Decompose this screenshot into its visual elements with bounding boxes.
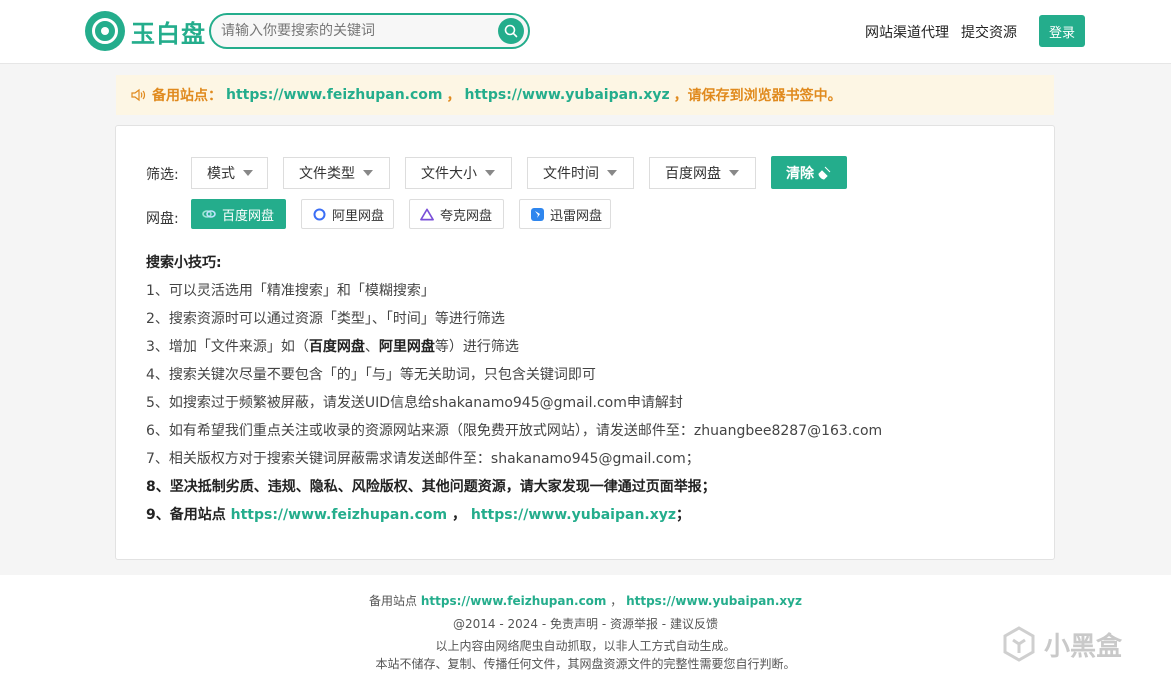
filter-filesize-dropdown[interactable]: 文件大小	[405, 157, 512, 189]
dropdown-label: 模式	[207, 166, 235, 182]
login-button[interactable]: 登录	[1039, 15, 1085, 47]
nav-channel-agent[interactable]: 网站渠道代理	[865, 22, 949, 42]
nav-submit-resource[interactable]: 提交资源	[961, 22, 1017, 42]
pan-quark-button[interactable]: 夸克网盘	[409, 199, 504, 229]
caret-down-icon	[363, 170, 373, 176]
tip-line-5: 5、如搜索过于频繁被屏蔽，请发送UID信息给shakanamo945@gmail…	[146, 395, 683, 411]
pan-label-text: 阿里网盘	[332, 208, 385, 224]
footer-sep: ，	[606, 594, 627, 608]
notice-prefix: 备用站点：	[152, 88, 222, 104]
filter-mode-dropdown[interactable]: 模式	[191, 157, 268, 189]
clear-button[interactable]: 清除	[771, 156, 847, 189]
dropdown-label: 百度网盘	[665, 166, 721, 182]
footer-disclaimer-2: 本站不储存、复制、传播任何文件，其网盘资源文件的完整性需要您自行判断。	[375, 657, 796, 671]
pan-label-text: 百度网盘	[222, 208, 275, 224]
search-bar	[209, 13, 530, 49]
dropdown-label: 文件大小	[421, 166, 477, 182]
broom-icon	[818, 166, 831, 180]
tip-line-8: 8、坚决抵制劣质、违规、隐私、风险版权、其他问题资源，请大家发现一律通过页面举报…	[146, 479, 716, 495]
tip3-baidu: 百度网盘	[308, 339, 365, 355]
tips-title: 搜索小技巧:	[146, 255, 222, 271]
pan-label-text: 夸克网盘	[440, 208, 493, 224]
logo-text: 玉白盘	[131, 19, 206, 48]
caret-down-icon	[243, 170, 253, 176]
pan-label: 网盘:	[146, 211, 179, 227]
search-button[interactable]	[498, 18, 524, 44]
top-nav: 网站渠道代理 提交资源	[865, 22, 1029, 42]
dropdown-label: 文件时间	[543, 166, 599, 182]
logo[interactable]: 玉白盘	[85, 11, 206, 51]
notice-link-yubaipan[interactable]: https://www.yubaipan.xyz	[464, 87, 669, 103]
tip9-end: ；	[676, 507, 691, 523]
filter-label: 筛选:	[146, 167, 179, 183]
footer-backup-sites: 备用站点 https://www.feizhupan.com ， https:/…	[0, 592, 1171, 609]
filter-filetime-dropdown[interactable]: 文件时间	[527, 157, 634, 189]
tip-line-2: 2、搜索资源时可以通过资源「类型」、「时间」等进行筛选	[146, 311, 505, 327]
tip3-aliyun: 阿里网盘	[378, 339, 435, 355]
tip9-link-yubaipan[interactable]: https://www.yubaipan.xyz	[471, 507, 676, 523]
logo-disc-icon	[85, 11, 125, 51]
tip-line-4: 4、搜索关键次尽量不要包含「的」「与」等无关助词，只包含关键词即可	[146, 367, 596, 383]
xiaoheihe-logo-icon	[1003, 626, 1035, 662]
quark-pan-icon	[420, 207, 434, 221]
notice-sep: ，	[446, 88, 461, 104]
clear-label: 清除	[786, 165, 814, 182]
tip-line-1: 1、可以灵活选用「精准搜索」和「模糊搜索」	[146, 283, 435, 299]
tip-line-3: 3、增加「文件来源」如（百度网盘、阿里网盘等）进行筛选	[146, 337, 882, 365]
tip3-part: 3、增加「文件来源」如（	[146, 339, 309, 355]
search-panel: 筛选: 模式 文件类型 文件大小 文件时间 百度网盘 清除 网盘: 百度网盘 阿…	[115, 125, 1055, 560]
tip9-sep: ，	[447, 507, 471, 523]
pan-label-text: 迅雷网盘	[550, 208, 603, 224]
pan-baidu-button[interactable]: 百度网盘	[191, 199, 286, 229]
speaker-icon	[130, 88, 146, 102]
watermark: 小黑盒	[1000, 625, 1122, 663]
notice-link-feizhupan[interactable]: https://www.feizhupan.com	[226, 87, 442, 103]
backup-site-notice: 备用站点： https://www.feizhupan.com ， https:…	[116, 75, 1054, 115]
footer-prefix: 备用站点	[369, 594, 421, 608]
filter-pan-dropdown[interactable]: 百度网盘	[649, 157, 756, 189]
tip9-link-feizhupan[interactable]: https://www.feizhupan.com	[231, 507, 447, 523]
tip-line-6: 6、如有希望我们重点关注或收录的资源网站来源（限免费开放式网站），请发送邮件至：…	[146, 423, 883, 439]
search-tips: 搜索小技巧: 1、可以灵活选用「精准搜索」和「模糊搜索」 2、搜索资源时可以通过…	[146, 253, 882, 533]
footer-link-yubaipan[interactable]: https://www.yubaipan.xyz	[626, 594, 802, 608]
footer: 备用站点 https://www.feizhupan.com ， https:/…	[0, 575, 1171, 686]
watermark-text: 小黑盒	[1044, 631, 1123, 662]
pan-xunlei-button[interactable]: 迅雷网盘	[519, 199, 611, 229]
tip3-part: 、	[364, 339, 379, 355]
tip3-part: 等）进行筛选	[434, 339, 519, 355]
caret-down-icon	[729, 170, 739, 176]
tip9-prefix: 9、备用站点	[146, 507, 231, 523]
tip-line-9: 9、备用站点 https://www.feizhupan.com ， https…	[146, 505, 882, 533]
footer-links[interactable]: @2014 - 2024 - 免责声明 - 资源举报 - 建议反馈	[0, 615, 1171, 632]
filter-filetype-dropdown[interactable]: 文件类型	[283, 157, 390, 189]
baidu-pan-icon	[202, 207, 216, 221]
xunlei-pan-icon	[530, 207, 544, 221]
dropdown-label: 文件类型	[299, 166, 355, 182]
notice-suffix: ，请保存到浏览器书签中。	[673, 88, 842, 104]
aliyun-pan-icon	[312, 207, 326, 221]
pan-aliyun-button[interactable]: 阿里网盘	[301, 199, 394, 229]
caret-down-icon	[607, 170, 617, 176]
search-icon	[504, 24, 518, 38]
search-input[interactable]	[221, 15, 491, 47]
footer-disclaimer-1: 以上内容由网络爬虫自动抓取，以非人工方式自动生成。	[435, 639, 736, 653]
tip-line-7: 7、相关版权方对于搜索关键词屏蔽需求请发送邮件至：shakanamo945@gm…	[146, 451, 700, 467]
caret-down-icon	[485, 170, 495, 176]
header: 玉白盘 网站渠道代理 提交资源 登录	[0, 0, 1171, 64]
footer-link-feizhupan[interactable]: https://www.feizhupan.com	[421, 594, 607, 608]
